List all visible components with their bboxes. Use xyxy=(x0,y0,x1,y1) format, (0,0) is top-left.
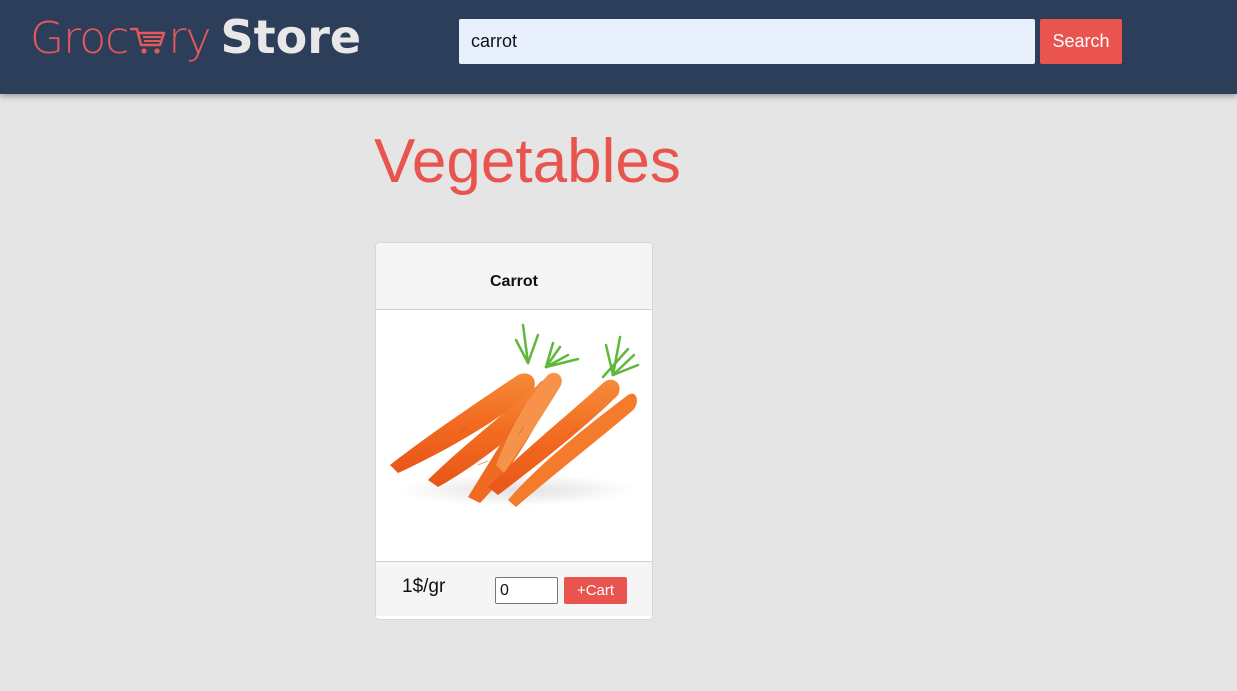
add-to-cart-button[interactable]: +Cart xyxy=(564,577,627,604)
logo-text-part2: ry xyxy=(168,13,211,64)
product-card-header: Carrot xyxy=(376,243,652,310)
grocery-store-logo[interactable]: Groc ry Store xyxy=(30,10,361,74)
carrot-product-image xyxy=(390,323,640,507)
search-button[interactable]: Search xyxy=(1040,19,1122,64)
category-title: Vegetables xyxy=(374,127,681,196)
logo-text-part1: Groc xyxy=(30,13,129,64)
product-card: Carrot 1$/gr 0 +Cart xyxy=(375,242,653,620)
logo-store-text: Store xyxy=(220,10,362,64)
shopping-cart-icon xyxy=(130,27,166,54)
search-input[interactable] xyxy=(459,19,1035,64)
quantity-input[interactable] xyxy=(495,577,558,604)
product-card-footer: 1$/gr +Cart xyxy=(376,561,652,616)
product-price: 1$/gr xyxy=(402,576,446,597)
top-header: Groc ry Store Search xyxy=(0,0,1237,94)
logo-grocery-text: Groc ry xyxy=(30,13,211,64)
product-name: Carrot xyxy=(489,273,538,290)
